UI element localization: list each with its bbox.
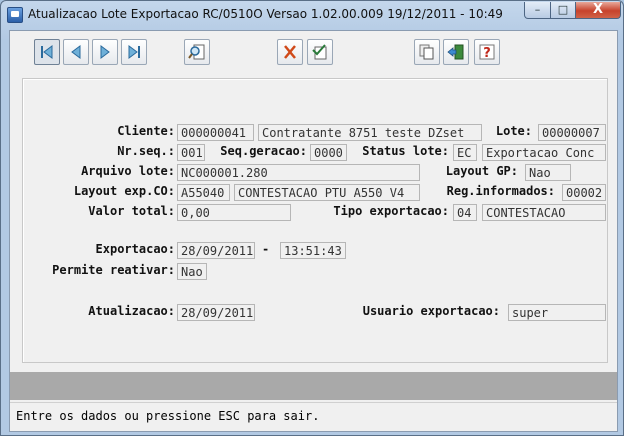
exportacao-label: Exportacao: bbox=[95, 242, 175, 256]
first-record-button[interactable] bbox=[34, 39, 60, 65]
previous-record-button[interactable] bbox=[63, 39, 89, 65]
status-lote-desc-field[interactable]: Exportacao Conc bbox=[482, 144, 606, 161]
lote-field[interactable]: 00000007 bbox=[538, 124, 606, 141]
lote-label: Lote: bbox=[495, 124, 532, 138]
search-icon bbox=[188, 44, 205, 60]
reg-informados-label: Reg.informados: bbox=[446, 184, 555, 198]
cliente-code-field[interactable]: 000000041 bbox=[177, 124, 254, 141]
toolbar: ? bbox=[10, 31, 617, 75]
exportacao-time-field[interactable]: 13:51:43 bbox=[280, 242, 346, 259]
next-icon bbox=[100, 45, 110, 59]
check-icon bbox=[312, 44, 327, 60]
cancel-icon bbox=[284, 45, 296, 59]
layout-gp-label: Layout GP: bbox=[445, 164, 518, 178]
title-bar[interactable]: Atualizacao Lote Exportacao RC/0510O Ver… bbox=[1, 1, 623, 27]
first-record-icon bbox=[41, 45, 53, 59]
status-lote-label: Status lote: bbox=[362, 144, 449, 158]
permite-reativar-label: Permite reativar: bbox=[52, 263, 175, 277]
usuario-exportacao-field[interactable]: super bbox=[508, 304, 606, 321]
help-icon: ? bbox=[479, 44, 495, 61]
cancel-button[interactable] bbox=[277, 39, 303, 65]
status-message: Entre os dados ou pressione ESC para sai… bbox=[16, 409, 320, 423]
cliente-label: Cliente: bbox=[117, 124, 175, 138]
minimize-button[interactable]: – bbox=[524, 2, 551, 19]
tipo-exportacao-code-field[interactable]: 04 bbox=[453, 204, 477, 221]
svg-text:?: ? bbox=[483, 46, 491, 61]
help-button[interactable]: ? bbox=[474, 39, 500, 65]
atualizacao-field[interactable]: 28/09/2011 bbox=[177, 304, 255, 321]
separator-band bbox=[10, 372, 617, 400]
copy-button[interactable] bbox=[414, 39, 440, 65]
nr-seq-label: Nr.seq.: bbox=[117, 144, 175, 158]
permite-reativar-field[interactable]: Nao bbox=[177, 263, 207, 280]
layout-exp-label: Layout exp.CO: bbox=[73, 184, 175, 198]
reg-informados-field[interactable]: 00002 bbox=[562, 184, 606, 201]
copy-icon bbox=[419, 44, 434, 60]
previous-icon bbox=[71, 45, 81, 59]
layout-exp-desc-field[interactable]: CONTESTACAO PTU A550 V4 bbox=[234, 184, 420, 201]
exit-button[interactable] bbox=[443, 39, 469, 65]
search-button[interactable] bbox=[184, 39, 210, 65]
date-time-separator: - bbox=[262, 242, 270, 256]
valor-total-label: Valor total: bbox=[88, 204, 175, 218]
seq-geracao-label: Seq.geracao: bbox=[220, 144, 307, 158]
exportacao-date-field[interactable]: 28/09/2011 bbox=[177, 242, 255, 259]
atualizacao-label: Atualizacao: bbox=[88, 304, 175, 318]
close-button[interactable]: X bbox=[575, 2, 621, 19]
usuario-exportacao-label: Usuario exportacao: bbox=[362, 304, 500, 318]
confirm-button[interactable] bbox=[307, 39, 333, 65]
tipo-exportacao-label: Tipo exportacao: bbox=[333, 204, 449, 218]
valor-total-field[interactable]: 0,00 bbox=[177, 204, 291, 221]
status-bar: Entre os dados ou pressione ESC para sai… bbox=[10, 402, 617, 431]
window-title: Atualizacao Lote Exportacao RC/0510O Ver… bbox=[28, 7, 503, 21]
last-record-button[interactable] bbox=[121, 39, 147, 65]
exit-door-icon bbox=[447, 44, 464, 60]
form-panel: Cliente: 000000041 Contratante 8751 test… bbox=[22, 78, 608, 363]
maximize-button[interactable]: □ bbox=[550, 2, 576, 19]
cliente-name-field[interactable]: Contratante 8751 teste DZset bbox=[258, 124, 482, 141]
tipo-exportacao-desc-field[interactable]: CONTESTACAO bbox=[482, 204, 606, 221]
arquivo-lote-label: Arquivo lote: bbox=[81, 164, 175, 178]
last-record-icon bbox=[128, 45, 140, 59]
app-icon bbox=[7, 7, 23, 23]
next-record-button[interactable] bbox=[92, 39, 118, 65]
arquivo-lote-field[interactable]: NC000001.280 bbox=[177, 164, 420, 181]
status-lote-code-field[interactable]: EC bbox=[453, 144, 477, 161]
seq-geracao-field[interactable]: 0000 bbox=[310, 144, 347, 161]
layout-exp-code-field[interactable]: A55040 bbox=[177, 184, 230, 201]
application-window: Atualizacao Lote Exportacao RC/0510O Ver… bbox=[0, 0, 624, 436]
client-area: ? Cliente: 000000041 Contratante 8751 te… bbox=[9, 30, 618, 432]
layout-gp-field[interactable]: Nao bbox=[525, 164, 571, 181]
nr-seq-field[interactable]: 001 bbox=[177, 144, 205, 161]
